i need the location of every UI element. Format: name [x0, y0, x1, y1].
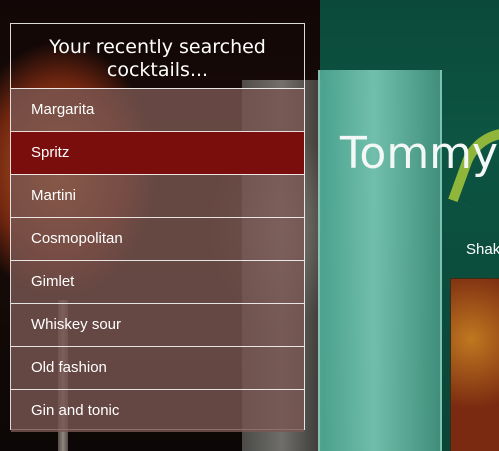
list-item-gimlet[interactable]: Gimlet	[11, 260, 304, 303]
promo-title: Tommy	[340, 128, 499, 179]
promo-subtitle: Shak	[466, 241, 499, 258]
list-item-whiskey-sour[interactable]: Whiskey sour	[11, 303, 304, 346]
recent-searches-panel: Your recently searched cocktails... Marg…	[10, 23, 305, 432]
list-item-margarita[interactable]: Margarita	[11, 88, 304, 131]
list-item-martini[interactable]: Martini	[11, 174, 304, 217]
list-item-old-fashion[interactable]: Old fashion	[11, 346, 304, 389]
promo-thumbnail	[450, 278, 499, 451]
panel-title: Your recently searched cocktails...	[49, 36, 266, 81]
list-item-cosmopolitan[interactable]: Cosmopolitan	[11, 217, 304, 260]
list-item-gin-and-tonic[interactable]: Gin and tonic	[11, 389, 304, 432]
list-item-spritz[interactable]: Spritz	[11, 131, 304, 174]
recent-searches-list: Margarita Spritz Martini Cosmopolitan Gi…	[11, 88, 304, 432]
